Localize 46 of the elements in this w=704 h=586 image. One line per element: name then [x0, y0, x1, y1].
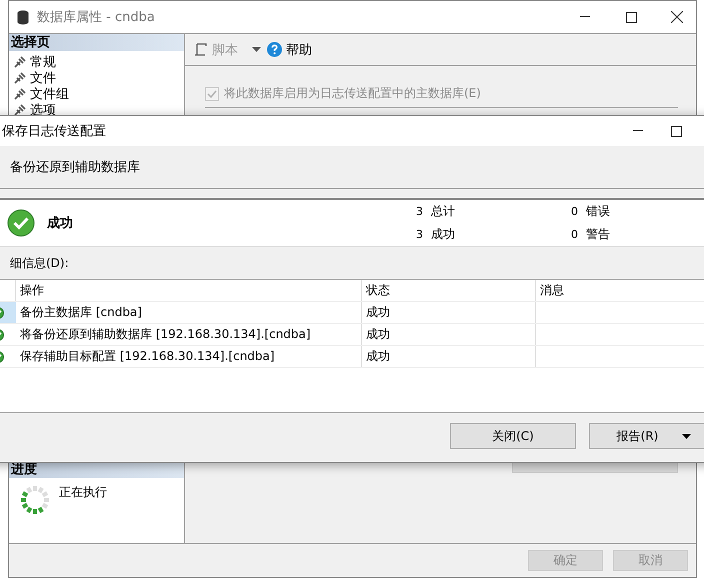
- help-button[interactable]: 帮助: [267, 40, 312, 58]
- caret-icon[interactable]: [682, 434, 692, 438]
- count-label: 警告: [586, 226, 610, 243]
- report-button[interactable]: 报告(R): [589, 423, 704, 449]
- table-cell: 成功: [362, 324, 536, 345]
- column-header[interactable]: 状态: [362, 280, 536, 301]
- details-label: 细信息(D):: [10, 254, 69, 272]
- database-icon: [17, 10, 29, 24]
- maximize-icon[interactable]: [626, 12, 636, 22]
- count-value: 0: [570, 228, 578, 241]
- checkbox-label: 将此数据库启用为日志传送配置中的主数据库(E): [224, 85, 481, 102]
- maximize-icon[interactable]: [670, 126, 682, 136]
- pane-header: 选择页: [9, 34, 184, 51]
- column-header[interactable]: 操作: [16, 280, 362, 301]
- count-label: 成功: [431, 226, 455, 243]
- wrench-icon: [14, 104, 26, 116]
- wrench-icon: [14, 88, 26, 100]
- table-cell: 成功: [362, 302, 536, 323]
- success-icon: [7, 209, 35, 237]
- count-value: 3: [415, 205, 423, 218]
- count-value: 0: [570, 205, 578, 218]
- table-cell: 将备份还原到辅助数据库 [192.168.30.134].[cndba]: [16, 324, 362, 345]
- result-label: 成功: [47, 215, 74, 232]
- help-icon[interactable]: [267, 42, 282, 57]
- wrench-icon: [14, 72, 26, 84]
- count-label: 错误: [586, 203, 610, 220]
- close-icon[interactable]: [671, 11, 683, 23]
- table-cell: 成功: [362, 346, 536, 367]
- minimize-icon[interactable]: [633, 130, 643, 132]
- count-value: 3: [415, 228, 423, 241]
- page-item[interactable]: 文件: [30, 69, 56, 87]
- window-title: 数据库属性 - cndba: [37, 9, 155, 26]
- count-label: 总计: [431, 203, 455, 220]
- page-item[interactable]: 文件组: [30, 85, 69, 103]
- spinner-icon: [19, 484, 51, 516]
- dialog-title: 保存日志传送配置: [2, 123, 106, 140]
- page-item[interactable]: 常规: [30, 53, 56, 71]
- table-cell: 备份主数据库 [cndba]: [16, 302, 362, 323]
- minimize-icon[interactable]: [580, 16, 590, 18]
- caret-icon[interactable]: [252, 47, 261, 52]
- wrench-icon: [14, 56, 26, 68]
- close-button[interactable]: 关闭(C): [450, 423, 576, 449]
- table-cell: 保存辅助目标配置 [192.168.30.134].[cndba]: [16, 346, 362, 367]
- step-title: 备份还原到辅助数据库: [10, 159, 140, 176]
- column-header[interactable]: 消息: [536, 280, 704, 301]
- progress-status: 正在执行: [59, 484, 107, 501]
